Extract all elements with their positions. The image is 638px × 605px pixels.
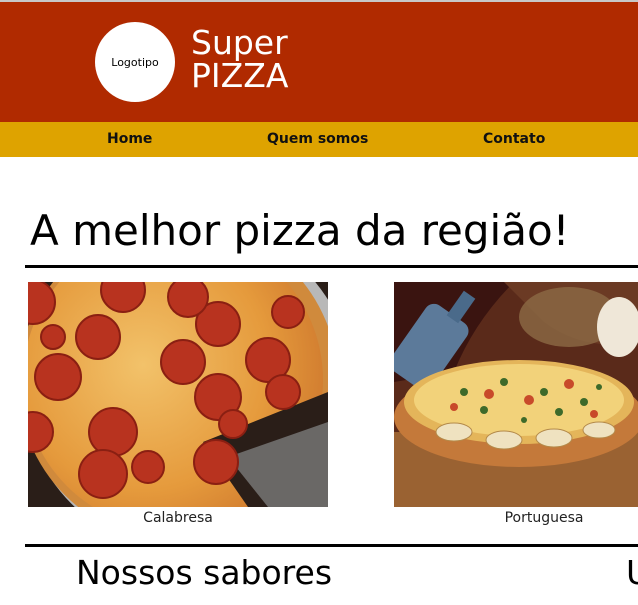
divider-bottom [25, 544, 638, 547]
pepperoni-pizza-photo [28, 282, 328, 507]
main-nav: Home Quem somos Contato [0, 122, 638, 157]
brand-line-1: Super [191, 23, 288, 62]
brand-line-2: PIZZA [191, 56, 289, 95]
portuguesa-pizza-photo [394, 282, 638, 507]
brand-name: Super PIZZA [191, 26, 288, 92]
divider-top [25, 265, 638, 268]
section-title-partial: U [626, 551, 638, 595]
caption-calabresa: Calabresa [143, 510, 213, 526]
caption-portuguesa: Portuguesa [504, 510, 584, 526]
logo[interactable]: Logotipo [95, 22, 175, 102]
site-header: Logotipo Super PIZZA [0, 2, 638, 122]
logo-text: Logotipo [111, 55, 159, 69]
section-title-nossos-sabores: Nossos sabores [76, 553, 333, 592]
page-title: A melhor pizza da região! [30, 206, 570, 255]
nav-quem-somos[interactable]: Quem somos [267, 122, 368, 157]
nav-home[interactable]: Home [107, 122, 152, 157]
nav-contato[interactable]: Contato [483, 122, 545, 157]
